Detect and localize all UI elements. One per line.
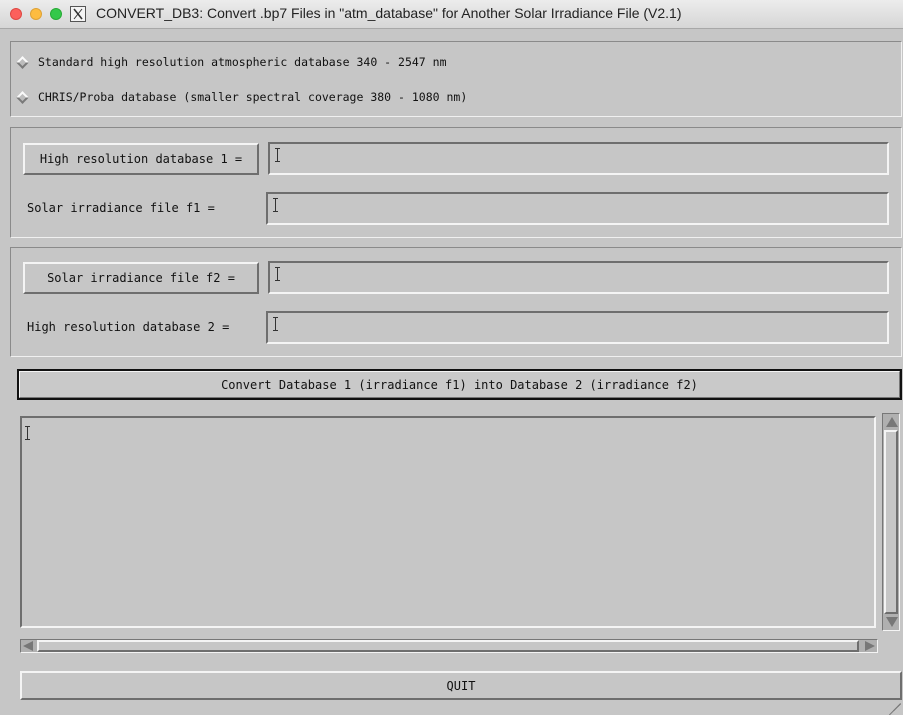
resize-grip-icon[interactable] xyxy=(887,690,901,715)
close-window-button[interactable] xyxy=(10,8,22,20)
x11-icon xyxy=(70,6,86,22)
text-cursor-icon xyxy=(275,148,280,162)
scroll-down-arrow-icon[interactable] xyxy=(886,617,898,627)
convert-button-label: Convert Database 1 (irradiance f1) into … xyxy=(221,377,698,392)
vertical-scrollbar[interactable] xyxy=(882,413,900,631)
quit-button[interactable]: QUIT xyxy=(20,671,902,700)
zoom-window-button[interactable] xyxy=(50,8,62,20)
radio-diamond-icon[interactable] xyxy=(16,55,29,69)
radio-label-standard: Standard high resolution atmospheric dat… xyxy=(38,55,447,69)
window-title: CONVERT_DB3: Convert .bp7 Files in "atm_… xyxy=(96,5,682,21)
grip-line xyxy=(897,703,901,707)
x11-glyph-icon xyxy=(73,8,83,20)
database1-field[interactable] xyxy=(268,142,889,175)
scroll-left-arrow-icon[interactable] xyxy=(23,641,33,651)
radio-option-standard-database[interactable]: Standard high resolution atmospheric dat… xyxy=(16,52,447,72)
irradiance-f2-browse-button[interactable]: Solar irradiance file f2 = xyxy=(23,262,259,294)
database2-field[interactable] xyxy=(266,311,889,344)
database2-label: High resolution database 2 = xyxy=(27,320,230,334)
irradiance-f1-field[interactable] xyxy=(266,192,889,225)
database1-browse-button[interactable]: High resolution database 1 = xyxy=(23,143,259,175)
radio-diamond-icon[interactable] xyxy=(16,90,29,104)
log-text-area[interactable] xyxy=(20,416,876,628)
irradiance-f2-field[interactable] xyxy=(268,261,889,294)
text-cursor-icon xyxy=(273,198,278,212)
database2-input[interactable] xyxy=(268,313,887,342)
database1-input[interactable] xyxy=(270,144,887,173)
radio-label-chris-proba: CHRIS/Proba database (smaller spectral c… xyxy=(38,90,468,104)
scroll-right-arrow-icon[interactable] xyxy=(865,641,875,651)
vertical-scroll-thumb[interactable] xyxy=(884,430,898,614)
convert-database-button[interactable]: Convert Database 1 (irradiance f1) into … xyxy=(17,369,902,400)
irradiance-f1-label: Solar irradiance file f1 = xyxy=(27,201,215,215)
scroll-up-arrow-icon[interactable] xyxy=(886,417,898,427)
horizontal-scroll-thumb[interactable] xyxy=(37,640,859,652)
irradiance-f1-input[interactable] xyxy=(268,194,887,223)
horizontal-scrollbar[interactable] xyxy=(20,639,878,653)
text-cursor-icon xyxy=(25,426,30,440)
window-titlebar[interactable]: CONVERT_DB3: Convert .bp7 Files in "atm_… xyxy=(0,0,903,29)
radio-option-chris-proba-database[interactable]: CHRIS/Proba database (smaller spectral c… xyxy=(16,87,468,107)
irradiance-f2-input[interactable] xyxy=(270,263,887,292)
text-cursor-icon xyxy=(273,317,278,331)
minimize-window-button[interactable] xyxy=(30,8,42,20)
text-cursor-icon xyxy=(275,267,280,281)
